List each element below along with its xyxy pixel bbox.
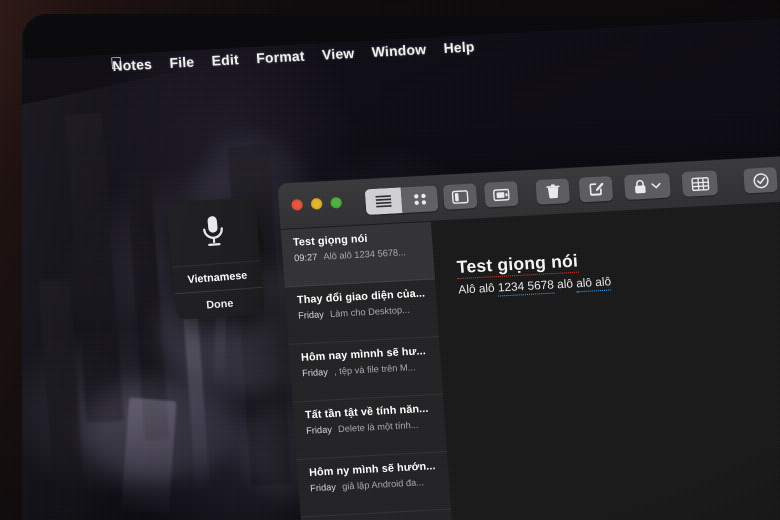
note-list-item[interactable]: Hôm ny mình sẽ hướn... Friday giả lập An…	[296, 452, 452, 518]
note-date: 09:27	[293, 251, 318, 264]
notes-content: Test giọng nói 09:27 Alô alô 1234 5678..…	[280, 192, 780, 520]
note-body[interactable]: Alô alô 1234 5678 alô alô alô	[458, 276, 612, 297]
laptop-screen:  Notes File Edit Format View Window Hel…	[22, 14, 780, 520]
note-body-part: alô	[553, 277, 577, 292]
close-button[interactable]	[291, 198, 304, 211]
note-title: Test giọng nói	[292, 232, 368, 249]
note-list-item[interactable]: Hôm nay mìnnh sẽ hư... Friday , tệp và f…	[288, 336, 444, 403]
note-date: Friday	[301, 366, 329, 379]
notes-list[interactable]: Test giọng nói 09:27 Alô alô 1234 5678..…	[280, 221, 456, 520]
dictation-popup: Vietnamese Done	[166, 196, 266, 321]
menu-item-edit[interactable]: Edit	[211, 52, 239, 69]
note-heading: Test giọng nói	[456, 251, 579, 280]
menu-item-help[interactable]: Help	[443, 39, 475, 56]
checklist-button[interactable]	[743, 167, 778, 194]
note-snippet: Làm cho Desktop...	[329, 304, 411, 320]
table-button[interactable]	[681, 170, 719, 197]
menu-item-window[interactable]: Window	[371, 42, 426, 60]
gallery-view-button[interactable]	[400, 185, 439, 214]
note-snippet: Delete là một tính...	[337, 419, 419, 435]
laptop-photo:  Notes File Edit Format View Window Hel…	[0, 0, 780, 520]
list-view-button[interactable]	[364, 187, 403, 216]
note-date: Friday	[309, 481, 337, 494]
note-title: Hôm ny mình sẽ hướn...	[308, 459, 436, 480]
compose-note-button[interactable]	[578, 175, 614, 203]
minimize-button[interactable]	[310, 197, 323, 210]
note-title: Tất tần tật về tính năn...	[304, 402, 429, 422]
notes-window: Aa Test giọng nói 09:27 Alô alô 1234 567…	[277, 145, 780, 520]
menu-item-notes[interactable]: Notes	[112, 56, 153, 74]
lock-note-button[interactable]	[623, 172, 671, 200]
view-mode-segmented-control[interactable]	[364, 185, 439, 216]
window-controls	[291, 196, 343, 211]
sidebar-toggle-button[interactable]	[442, 183, 478, 210]
delete-note-button[interactable]	[535, 178, 571, 205]
zoom-button[interactable]	[330, 196, 343, 209]
microphone-icon	[166, 196, 260, 266]
note-snippet: Alô alô 1234 5678...	[323, 246, 407, 262]
note-editor[interactable]: July 21, 2020 at 09: Test giọng nói Alô …	[430, 192, 780, 520]
note-list-item[interactable]: Test giọng nói 09:27 Alô alô 1234 5678..…	[280, 221, 435, 288]
attachments-button[interactable]	[483, 181, 519, 208]
note-snippet: , tệp và file trên M...	[333, 361, 416, 377]
note-title: Thay đổi giao diện của...	[296, 287, 426, 307]
note-body-part-misspelled: alô alô	[575, 276, 612, 293]
note-date: Friday	[297, 309, 325, 321]
note-date: Friday	[305, 424, 333, 436]
note-list-item[interactable]: Tất tần tật về tính năn... Friday Delete…	[292, 394, 448, 461]
note-body-part: Alô alô	[458, 282, 499, 297]
menu-item-view[interactable]: View	[322, 46, 355, 63]
note-title: Hôm nay mìnnh sẽ hư...	[300, 344, 427, 364]
note-body-part-misspelled: 1234 5678	[497, 279, 555, 297]
menu-item-format[interactable]: Format	[256, 48, 305, 66]
menu-item-file[interactable]: File	[169, 54, 195, 71]
note-list-item[interactable]: Thay đổi giao diện của... Friday Làm cho…	[284, 279, 440, 346]
note-snippet: giả lập Android đa...	[341, 477, 425, 492]
